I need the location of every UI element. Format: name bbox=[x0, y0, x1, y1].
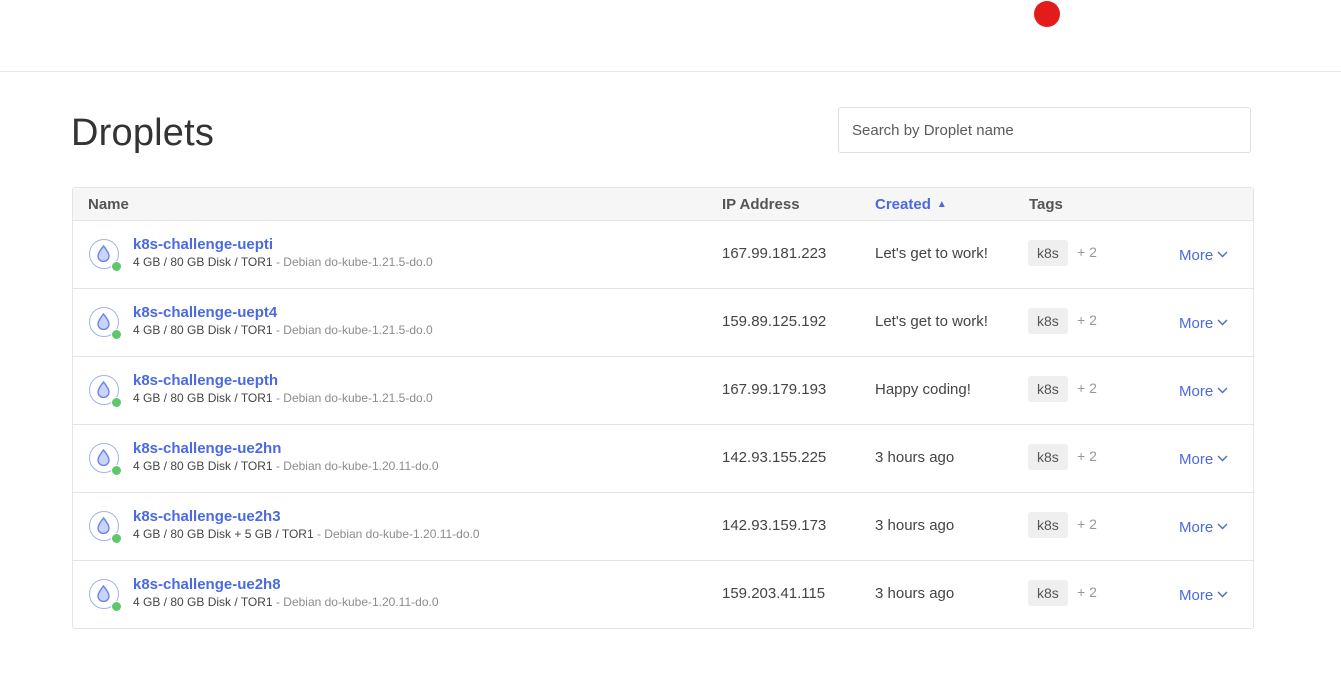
table-row: k8s-challenge-ue2h3 4 GB / 80 GB Disk + … bbox=[73, 493, 1253, 561]
tag-badge[interactable]: k8s bbox=[1028, 580, 1068, 606]
chevron-down-icon bbox=[1217, 517, 1228, 534]
status-online-icon bbox=[111, 261, 122, 272]
more-menu-button[interactable]: More bbox=[1179, 245, 1228, 264]
more-menu-button[interactable]: More bbox=[1179, 313, 1228, 332]
table-row: k8s-challenge-ue2hn 4 GB / 80 GB Disk / … bbox=[73, 425, 1253, 493]
droplet-name-link[interactable]: k8s-challenge-ue2h8 bbox=[133, 576, 281, 593]
table-row: k8s-challenge-uepti 4 GB / 80 GB Disk / … bbox=[73, 221, 1253, 289]
column-header-created[interactable]: Created ▲ bbox=[875, 196, 947, 213]
more-tags-count[interactable]: + 2 bbox=[1077, 448, 1097, 464]
droplet-size: 4 GB / 80 GB Disk / TOR1 bbox=[133, 323, 273, 337]
more-tags-count[interactable]: + 2 bbox=[1077, 584, 1097, 600]
more-label: More bbox=[1179, 315, 1214, 332]
more-menu-button[interactable]: More bbox=[1179, 449, 1228, 468]
droplet-created: Let's get to work! bbox=[875, 313, 988, 330]
tag-badge[interactable]: k8s bbox=[1028, 444, 1068, 470]
tag-badge[interactable]: k8s bbox=[1028, 308, 1068, 334]
status-online-icon bbox=[111, 465, 122, 476]
droplet-name-link[interactable]: k8s-challenge-ue2h3 bbox=[133, 508, 281, 525]
droplet-name-link[interactable]: k8s-challenge-uepti bbox=[133, 236, 273, 253]
droplet-size: 4 GB / 80 GB Disk / TOR1 bbox=[133, 391, 273, 405]
more-menu-button[interactable]: More bbox=[1179, 381, 1228, 400]
chevron-down-icon bbox=[1217, 449, 1228, 466]
droplet-size: 4 GB / 80 GB Disk + 5 GB / TOR1 bbox=[133, 527, 314, 541]
droplet-name-link[interactable]: k8s-challenge-uept4 bbox=[133, 304, 277, 321]
droplet-ip: 159.203.41.115 bbox=[722, 585, 826, 602]
top-bar bbox=[0, 0, 1341, 72]
chevron-down-icon bbox=[1217, 381, 1228, 398]
droplet-name-link[interactable]: k8s-challenge-uepth bbox=[133, 372, 278, 389]
more-menu-button[interactable]: More bbox=[1179, 585, 1228, 604]
table-row: k8s-challenge-uept4 4 GB / 80 GB Disk / … bbox=[73, 289, 1253, 357]
droplet-name-link[interactable]: k8s-challenge-ue2hn bbox=[133, 440, 281, 457]
more-label: More bbox=[1179, 519, 1214, 536]
column-header-created-label: Created bbox=[875, 196, 931, 213]
chevron-down-icon bbox=[1217, 585, 1228, 602]
column-header-name[interactable]: Name bbox=[88, 196, 129, 213]
status-online-icon bbox=[111, 533, 122, 544]
more-tags-count[interactable]: + 2 bbox=[1077, 380, 1097, 396]
droplet-specs: 4 GB / 80 GB Disk / TOR1 - Debian do-kub… bbox=[133, 459, 439, 473]
droplet-created: Happy coding! bbox=[875, 381, 971, 398]
droplet-specs: 4 GB / 80 GB Disk / TOR1 - Debian do-kub… bbox=[133, 595, 439, 609]
droplet-created: 3 hours ago bbox=[875, 585, 955, 602]
droplet-size: 4 GB / 80 GB Disk / TOR1 bbox=[133, 595, 273, 609]
chevron-down-icon bbox=[1217, 313, 1228, 330]
droplet-ip: 142.93.155.225 bbox=[722, 449, 827, 466]
droplet-created: Let's get to work! bbox=[875, 245, 988, 262]
table-row: k8s-challenge-uepth 4 GB / 80 GB Disk / … bbox=[73, 357, 1253, 425]
droplet-specs: 4 GB / 80 GB Disk / TOR1 - Debian do-kub… bbox=[133, 323, 433, 337]
droplet-size: 4 GB / 80 GB Disk / TOR1 bbox=[133, 255, 273, 269]
droplets-table: Name IP Address Created ▲ Tags k8s-challe… bbox=[72, 187, 1254, 629]
chevron-down-icon bbox=[1217, 245, 1228, 262]
droplet-size: 4 GB / 80 GB Disk / TOR1 bbox=[133, 459, 273, 473]
recording-indicator bbox=[1034, 1, 1060, 27]
droplet-image: - Debian do-kube-1.21.5-do.0 bbox=[272, 323, 433, 337]
table-row: k8s-challenge-ue2h8 4 GB / 80 GB Disk / … bbox=[73, 561, 1253, 628]
droplet-image: - Debian do-kube-1.21.5-do.0 bbox=[272, 255, 433, 269]
more-label: More bbox=[1179, 451, 1214, 468]
page-title: Droplets bbox=[71, 112, 215, 154]
tag-badge[interactable]: k8s bbox=[1028, 240, 1068, 266]
more-label: More bbox=[1179, 383, 1214, 400]
droplet-image: - Debian do-kube-1.21.5-do.0 bbox=[272, 391, 433, 405]
more-label: More bbox=[1179, 247, 1214, 264]
more-tags-count[interactable]: + 2 bbox=[1077, 244, 1097, 260]
droplet-specs: 4 GB / 80 GB Disk + 5 GB / TOR1 - Debian… bbox=[133, 527, 480, 541]
table-header: Name IP Address Created ▲ Tags bbox=[73, 188, 1253, 221]
droplet-created: 3 hours ago bbox=[875, 517, 955, 534]
droplet-ip: 159.89.125.192 bbox=[722, 313, 827, 330]
status-online-icon bbox=[111, 601, 122, 612]
droplet-created: 3 hours ago bbox=[875, 449, 955, 466]
droplet-specs: 4 GB / 80 GB Disk / TOR1 - Debian do-kub… bbox=[133, 391, 433, 405]
tag-badge[interactable]: k8s bbox=[1028, 376, 1068, 402]
droplet-image: - Debian do-kube-1.20.11-do.0 bbox=[272, 595, 439, 609]
more-tags-count[interactable]: + 2 bbox=[1077, 312, 1097, 328]
droplet-ip: 167.99.179.193 bbox=[722, 381, 827, 398]
column-header-ip[interactable]: IP Address bbox=[722, 196, 800, 213]
more-tags-count[interactable]: + 2 bbox=[1077, 516, 1097, 532]
droplet-ip: 142.93.159.173 bbox=[722, 517, 827, 534]
table-body: k8s-challenge-uepti 4 GB / 80 GB Disk / … bbox=[73, 221, 1253, 628]
sort-ascending-icon: ▲ bbox=[936, 199, 947, 210]
droplet-specs: 4 GB / 80 GB Disk / TOR1 - Debian do-kub… bbox=[133, 255, 433, 269]
status-online-icon bbox=[111, 397, 122, 408]
droplet-image: - Debian do-kube-1.20.11-do.0 bbox=[313, 527, 480, 541]
column-header-tags[interactable]: Tags bbox=[1029, 196, 1063, 213]
more-label: More bbox=[1179, 587, 1214, 604]
search-input[interactable] bbox=[838, 107, 1251, 153]
status-online-icon bbox=[111, 329, 122, 340]
droplet-ip: 167.99.181.223 bbox=[722, 245, 827, 262]
droplet-image: - Debian do-kube-1.20.11-do.0 bbox=[272, 459, 439, 473]
more-menu-button[interactable]: More bbox=[1179, 517, 1228, 536]
tag-badge[interactable]: k8s bbox=[1028, 512, 1068, 538]
